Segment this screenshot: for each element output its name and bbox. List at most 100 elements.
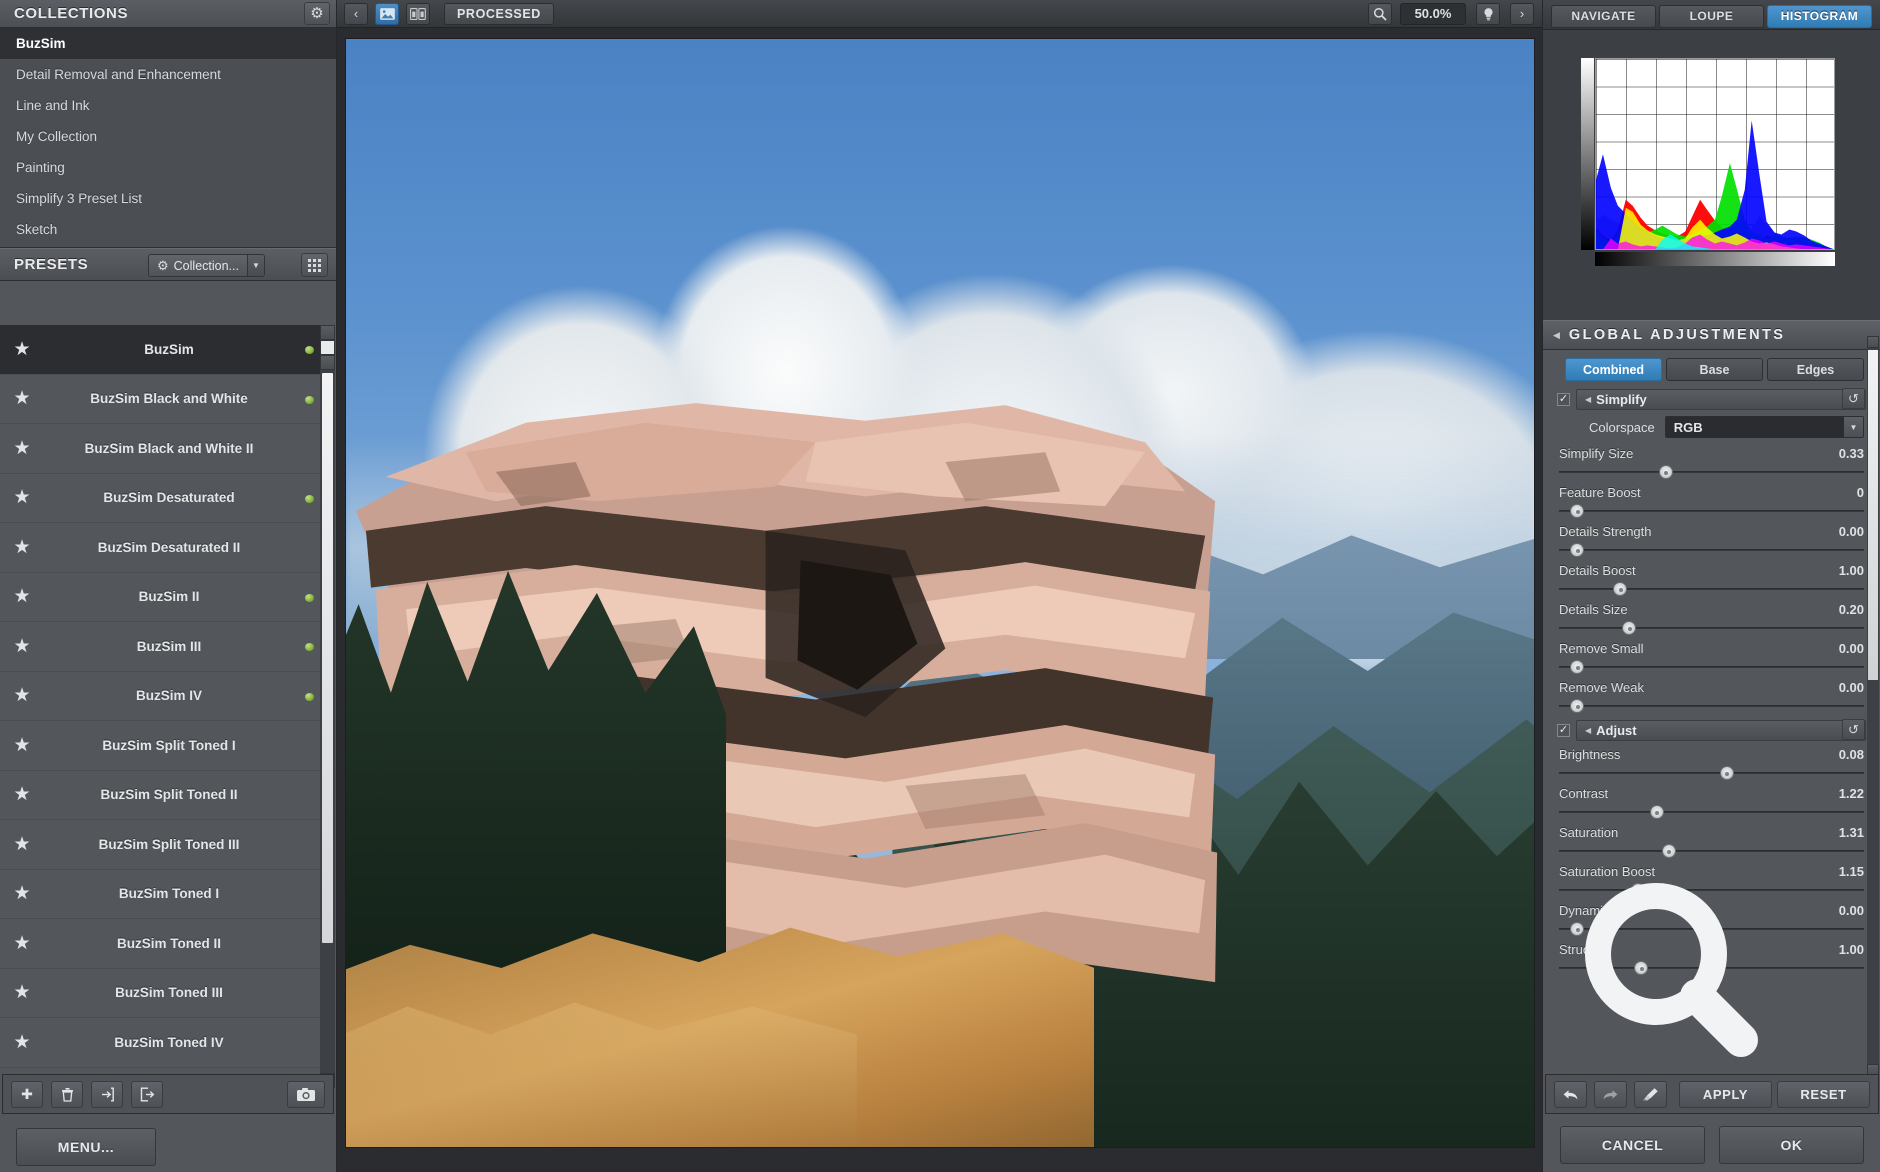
scroll-marker[interactable] [320, 340, 335, 355]
simplify-reset-button[interactable]: ↺ [1842, 388, 1865, 409]
preset-row[interactable]: ★ BuzSim Black and White II [0, 424, 322, 474]
import-preset-button[interactable] [91, 1080, 123, 1108]
simplify-section-toggle[interactable]: ◀ Simplify [1576, 388, 1866, 410]
star-icon[interactable]: ★ [0, 884, 44, 903]
previous-image-button[interactable]: ‹ [344, 2, 368, 25]
delete-preset-button[interactable] [51, 1080, 83, 1108]
redo-button[interactable] [1594, 1080, 1627, 1108]
preset-row[interactable]: ★ BuzSim Toned II [0, 919, 322, 969]
apply-button[interactable]: APPLY [1679, 1080, 1772, 1108]
star-icon[interactable]: ★ [0, 587, 44, 606]
collection-item-painting[interactable]: Painting [0, 152, 336, 183]
slider-track[interactable] [1559, 660, 1864, 674]
slider-track[interactable] [1559, 922, 1864, 936]
slider-knob[interactable] [1634, 961, 1649, 975]
reset-button[interactable]: RESET [1777, 1080, 1870, 1108]
chevron-down-icon[interactable]: ▼ [246, 255, 264, 276]
preset-row[interactable]: ★ BuzSim Toned IV [0, 1018, 322, 1068]
adjust-section-toggle[interactable]: ◀ Adjust [1576, 719, 1866, 741]
global-adjustments-header[interactable]: ◀ GLOBAL ADJUSTMENTS [1543, 320, 1880, 350]
collection-filter-dropdown[interactable]: ⚙ Collection... ▼ [148, 254, 265, 277]
star-icon[interactable]: ★ [0, 538, 44, 557]
slider-track[interactable] [1559, 699, 1864, 713]
undo-button[interactable] [1554, 1080, 1587, 1108]
preset-row[interactable]: ★ BuzSim Black and White [0, 375, 322, 424]
adjust-enable-checkbox[interactable]: ✓ [1557, 723, 1570, 737]
slider-knob[interactable] [1631, 883, 1646, 897]
slider-track[interactable] [1559, 883, 1864, 897]
star-icon[interactable]: ★ [0, 983, 44, 1002]
processed-label-button[interactable]: PROCESSED [444, 2, 554, 25]
grid-view-button[interactable] [301, 253, 328, 277]
star-icon[interactable]: ★ [0, 835, 44, 854]
chevron-down-icon[interactable]: ▼ [1843, 417, 1863, 437]
collections-settings-button[interactable]: ⚙ [304, 2, 330, 25]
preset-row[interactable]: ★ BuzSim Split Toned I [0, 721, 322, 771]
scroll-down-button[interactable] [320, 355, 335, 370]
zoom-level-field[interactable]: 50.0% [1400, 2, 1466, 25]
zoom-tool-button[interactable] [1368, 2, 1392, 25]
split-view-button[interactable] [406, 2, 430, 25]
collection-item-detail-removal[interactable]: Detail Removal and Enhancement [0, 59, 336, 90]
slider-track[interactable] [1559, 582, 1864, 596]
slider-track[interactable] [1559, 766, 1864, 780]
slider-knob[interactable] [1719, 766, 1734, 780]
preset-row[interactable]: ★ BuzSim Desaturated II [0, 523, 322, 573]
star-icon[interactable]: ★ [0, 1033, 44, 1052]
scrollbar-thumb[interactable] [322, 373, 333, 943]
scroll-up-button[interactable] [320, 325, 335, 340]
brush-button[interactable] [1634, 1080, 1667, 1108]
snapshot-button[interactable] [287, 1080, 325, 1108]
slider-track[interactable] [1559, 621, 1864, 635]
preset-row[interactable]: ★ BuzSim Split Toned III [0, 820, 322, 870]
preset-row[interactable]: ★ BuzSim IV [0, 672, 322, 721]
star-icon[interactable]: ★ [0, 637, 44, 656]
tab-edges[interactable]: Edges [1767, 358, 1864, 381]
slider-track[interactable] [1559, 961, 1864, 975]
star-icon[interactable]: ★ [0, 934, 44, 953]
collection-item-line-and-ink[interactable]: Line and Ink [0, 90, 336, 121]
slider-knob[interactable] [1658, 465, 1673, 479]
slider-track[interactable] [1559, 844, 1864, 858]
scroll-up-button[interactable] [1867, 336, 1879, 348]
lightbulb-button[interactable] [1476, 2, 1500, 25]
tab-base[interactable]: Base [1666, 358, 1763, 381]
star-icon[interactable]: ★ [0, 686, 44, 705]
star-icon[interactable]: ★ [0, 488, 44, 507]
menu-button[interactable]: MENU... [16, 1128, 156, 1166]
adjust-reset-button[interactable]: ↺ [1842, 719, 1865, 740]
export-preset-button[interactable] [131, 1080, 163, 1108]
slider-knob[interactable] [1613, 582, 1627, 596]
slider-knob[interactable] [1622, 621, 1637, 635]
slider-knob[interactable] [1661, 844, 1676, 858]
slider-knob[interactable] [1649, 805, 1664, 819]
preset-row[interactable]: ★ BuzSim [0, 325, 322, 375]
simplify-enable-checkbox[interactable]: ✓ [1557, 392, 1570, 406]
slider-track[interactable] [1559, 504, 1864, 518]
scrollbar-thumb[interactable] [1868, 350, 1878, 680]
tab-navigate[interactable]: NAVIGATE [1551, 4, 1656, 28]
cancel-button[interactable]: CANCEL [1560, 1125, 1705, 1164]
preset-row[interactable]: ★ BuzSim Toned III [0, 969, 322, 1018]
preset-row[interactable]: ★ BuzSim Split Toned II [0, 771, 322, 820]
single-view-button[interactable] [375, 2, 399, 25]
collection-item-buzsim[interactable]: BuzSim [0, 28, 336, 59]
slider-knob[interactable] [1570, 699, 1585, 713]
collection-item-simplify-3-preset-list[interactable]: Simplify 3 Preset List [0, 183, 336, 214]
processed-photo[interactable] [345, 38, 1535, 1148]
preset-row[interactable]: ★ BuzSim III [0, 622, 322, 672]
next-image-button[interactable]: › [1510, 2, 1534, 25]
slider-knob[interactable] [1570, 504, 1585, 518]
presets-scrollbar[interactable] [320, 325, 335, 1088]
collection-filter-main[interactable]: ⚙ Collection... [149, 255, 247, 276]
collection-item-sketch[interactable]: Sketch [0, 214, 336, 245]
preset-row[interactable]: ★ BuzSim II [0, 573, 322, 622]
tab-combined[interactable]: Combined [1565, 358, 1662, 381]
slider-track[interactable] [1559, 805, 1864, 819]
star-icon[interactable]: ★ [0, 785, 44, 804]
caret-left-icon[interactable]: ◀ [1543, 330, 1569, 341]
ok-button[interactable]: OK [1719, 1125, 1864, 1164]
colorspace-select[interactable]: RGB ▼ [1664, 416, 1864, 438]
adjustments-scrollbar[interactable] [1867, 336, 1879, 1076]
tab-histogram[interactable]: HISTOGRAM [1767, 4, 1872, 28]
